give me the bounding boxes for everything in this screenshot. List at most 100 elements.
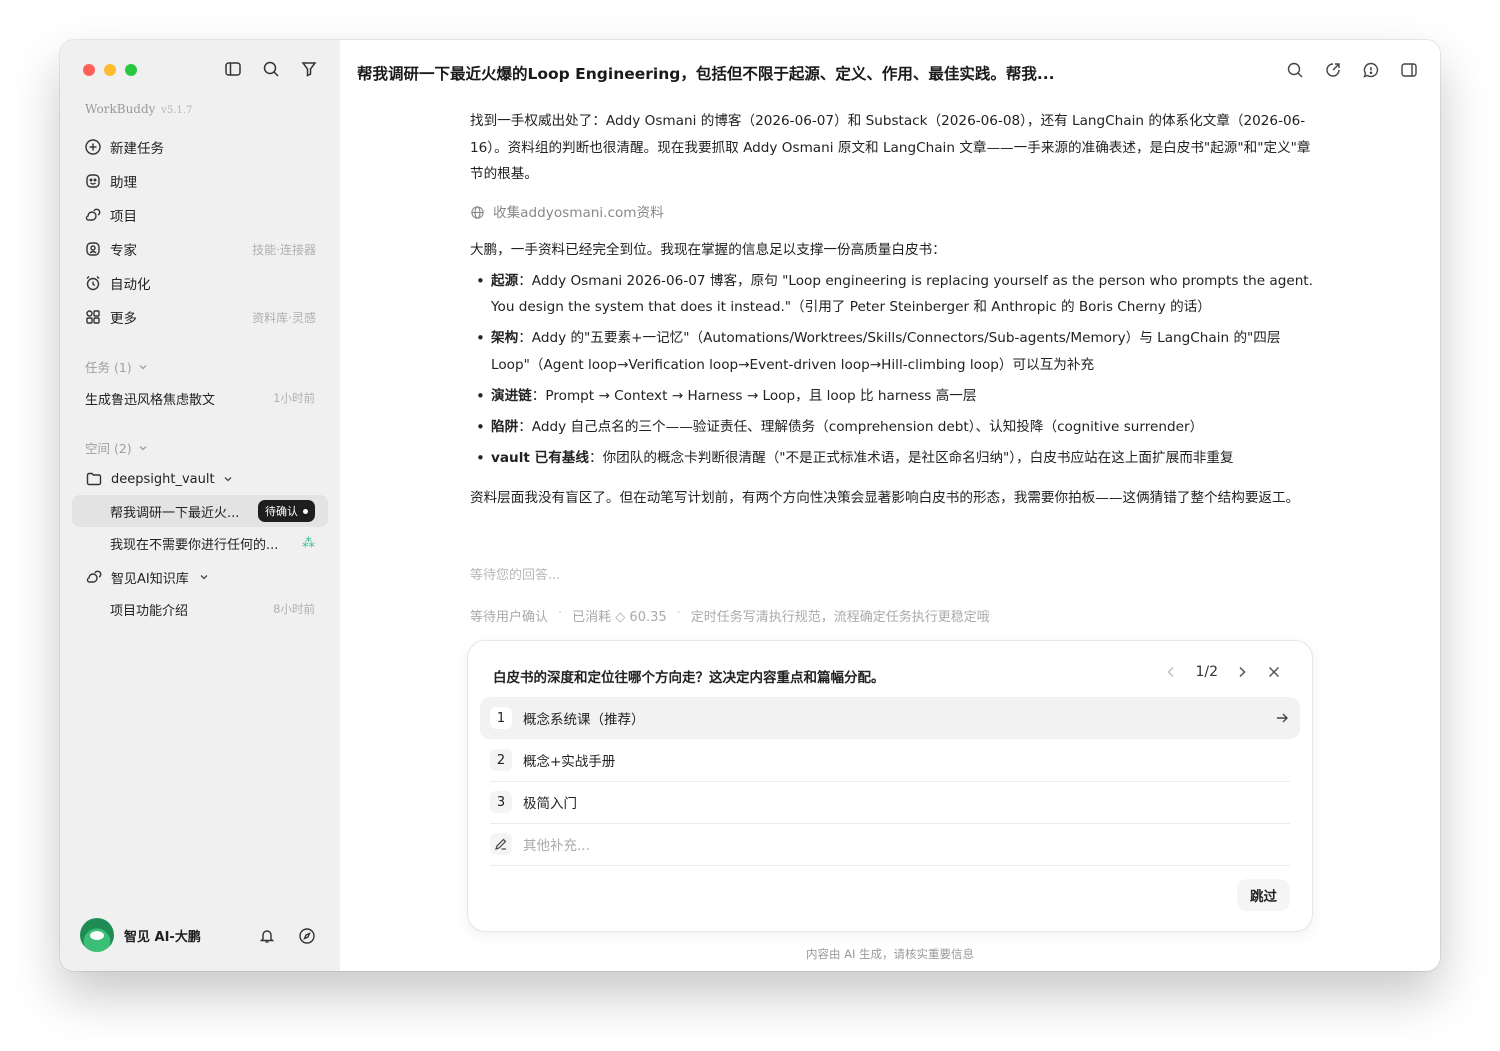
status-separator: ·	[676, 606, 681, 621]
option-label: 概念系统课（推荐）	[523, 712, 645, 728]
space-task-item-active[interactable]: 帮我调研一下最近火... 待确认	[72, 495, 328, 527]
chevron-down-icon	[139, 445, 147, 450]
list-item-text: ：Addy 自己点名的三个——验证责任、理解债务（comprehension d…	[518, 418, 1204, 435]
spaces-header-label: 空间 (2)	[85, 441, 132, 456]
app-name-text: WorkBuddy	[85, 102, 156, 116]
message-paragraph: 找到一手权威出处了：Addy Osmani 的博客（2026-06-07）和 S…	[470, 113, 1311, 182]
bell-icon[interactable]	[258, 927, 276, 945]
nav-expert[interactable]: 专家 技能·连接器	[72, 232, 328, 266]
arrow-right-icon	[1277, 713, 1288, 723]
user-name: 智见 AI-大鹏	[124, 929, 201, 945]
task-time: 8小时前	[273, 602, 315, 616]
list-item-label: 起源	[491, 272, 519, 289]
nav-label: 专家	[110, 243, 137, 259]
loading-spinner-icon: ⁂	[302, 535, 315, 551]
skip-button[interactable]: 跳过	[1237, 879, 1290, 911]
chevron-down-icon	[200, 575, 208, 580]
list-item: vault 已有基线：你团队的概念卡判断很清醒（"不是正式标准术语，是社区命名归…	[470, 445, 1315, 472]
sidebar-toggle-icon[interactable]	[224, 60, 242, 78]
filter-icon[interactable]	[300, 60, 318, 78]
app-window: WorkBuddy v5.1.7 新建任务 助理 项目 专家 技能·连接器 自动…	[60, 40, 1440, 971]
chevron-left-icon[interactable]	[1163, 664, 1179, 680]
project-icon	[85, 208, 101, 221]
nav-label: 更多	[110, 311, 137, 327]
option-1[interactable]: 1 概念系统课（推荐）	[480, 697, 1300, 739]
avatar	[80, 918, 114, 952]
space-knowledge-base[interactable]: 智见AI知识库	[72, 561, 328, 593]
close-icon[interactable]	[1266, 664, 1282, 680]
tasks-section-header[interactable]: 任务 (1)	[85, 357, 148, 376]
search-icon[interactable]	[262, 60, 280, 78]
zoom-window-button[interactable]	[125, 64, 137, 76]
option-number: 3	[490, 791, 512, 813]
status-state: 等待用户确认	[470, 610, 549, 625]
list-item-label: 架构	[491, 330, 519, 346]
status-tip[interactable]: 定时任务写清执行规范，流程确定任务执行更稳定哦	[691, 606, 990, 625]
list-item-text: ：Addy Osmani 2026-06-07 博客，原句 "Loop engi…	[491, 272, 1313, 316]
list-item: 架构：Addy 的"五要素+一记忆"（Automations/Worktrees…	[470, 325, 1315, 378]
grid-icon	[86, 310, 100, 324]
search-icon[interactable]	[1286, 61, 1304, 79]
task-item[interactable]: 生成鲁迅风格焦虑散文 1小时前	[72, 382, 328, 414]
expert-icon	[86, 242, 100, 256]
option-label: 概念+实战手册	[523, 754, 616, 770]
share-icon[interactable]	[1324, 61, 1342, 79]
nav-project[interactable]: 项目	[72, 198, 328, 232]
pencil-icon	[490, 833, 512, 855]
close-window-button[interactable]	[83, 64, 95, 76]
message-paragraph: 资料层面我没有盲区了。但在动笔写计划前，有两个方向性决策会显著影响白皮书的形态，…	[470, 490, 1300, 506]
waiting-indicator: 等待您的回答...	[470, 568, 561, 583]
space-name: deepsight_vault	[111, 471, 215, 487]
minimize-window-button[interactable]	[104, 64, 116, 76]
divider	[490, 865, 1290, 866]
task-time: 1小时前	[273, 391, 315, 405]
nav-assistant[interactable]: 助理	[72, 164, 328, 198]
question-pager: 1/2	[1163, 664, 1282, 680]
message-paragraph: 大鹏，一手资料已经完全到位。我现在掌握的信息足以支撑一份高质量白皮书：	[470, 242, 946, 258]
user-profile[interactable]: 智见 AI-大鹏	[80, 918, 201, 952]
other-input[interactable]: 其他补充...	[480, 823, 1300, 865]
feedback-icon[interactable]	[1362, 61, 1380, 79]
compass-icon[interactable]	[298, 927, 316, 945]
window-controls	[83, 64, 137, 76]
list-item-label: 陷阱	[491, 418, 519, 435]
chevron-down-icon	[139, 364, 147, 369]
nav-hint: 资料库·灵感	[252, 310, 316, 325]
task-title: 项目功能介绍	[110, 603, 189, 619]
chevron-right-icon[interactable]	[1234, 664, 1250, 680]
status-badge: 待确认	[258, 500, 315, 522]
sidebar: WorkBuddy v5.1.7 新建任务 助理 项目 专家 技能·连接器 自动…	[60, 40, 340, 971]
project-icon	[86, 570, 102, 583]
nav-more[interactable]: 更多 资料库·灵感	[72, 300, 328, 334]
nav-label: 助理	[110, 175, 137, 191]
list-item: 演进链：Prompt → Context → Harness → Loop，且 …	[470, 383, 1315, 410]
list-item-label: 演进链	[491, 387, 532, 404]
plus-circle-icon	[85, 139, 101, 155]
nav-new-task[interactable]: 新建任务	[72, 130, 328, 164]
nav-hint: 技能·连接器	[252, 242, 316, 257]
sidebar-nav: 新建任务 助理 项目 专家 技能·连接器 自动化 更多 资料库·灵感	[72, 130, 328, 334]
option-3[interactable]: 3 极简入门	[480, 781, 1300, 823]
option-2[interactable]: 2 概念+实战手册	[480, 739, 1300, 781]
list-item: 陷阱：Addy 自己点名的三个——验证责任、理解债务（comprehension…	[470, 414, 1315, 441]
panel-toggle-icon[interactable]	[1400, 61, 1418, 79]
tool-call-item[interactable]: 收集addyosmani.com资料	[470, 200, 1315, 227]
status-cost: 已消耗 ◇ 60.35	[572, 610, 667, 625]
space-task-item[interactable]: 项目功能介绍 8小时前	[72, 593, 328, 625]
spaces-section-header[interactable]: 空间 (2)	[85, 438, 148, 457]
status-separator: ·	[558, 606, 563, 621]
space-task-item[interactable]: 我现在不需要你进行任何的... ⁂	[72, 527, 328, 559]
nav-automation[interactable]: 自动化	[72, 266, 328, 300]
main-panel: 帮我调研一下最近火爆的Loop Engineering，包括但不限于起源、定义、…	[340, 40, 1440, 971]
option-label: 极简入门	[523, 796, 577, 812]
tool-call-label: 收集addyosmani.com资料	[493, 204, 664, 221]
page-indicator: 1/2	[1195, 664, 1218, 680]
ai-disclaimer: 内容由 AI 生成，请核实重要信息	[805, 947, 975, 961]
alarm-clock-icon	[86, 276, 100, 291]
tasks-header-label: 任务 (1)	[85, 360, 132, 375]
chevron-down-icon	[224, 477, 232, 482]
option-number: 2	[490, 749, 512, 771]
space-name: 智见AI知识库	[111, 571, 189, 587]
app-name: WorkBuddy v5.1.7	[85, 102, 192, 116]
space-deepsight-vault[interactable]: deepsight_vault	[72, 463, 328, 495]
